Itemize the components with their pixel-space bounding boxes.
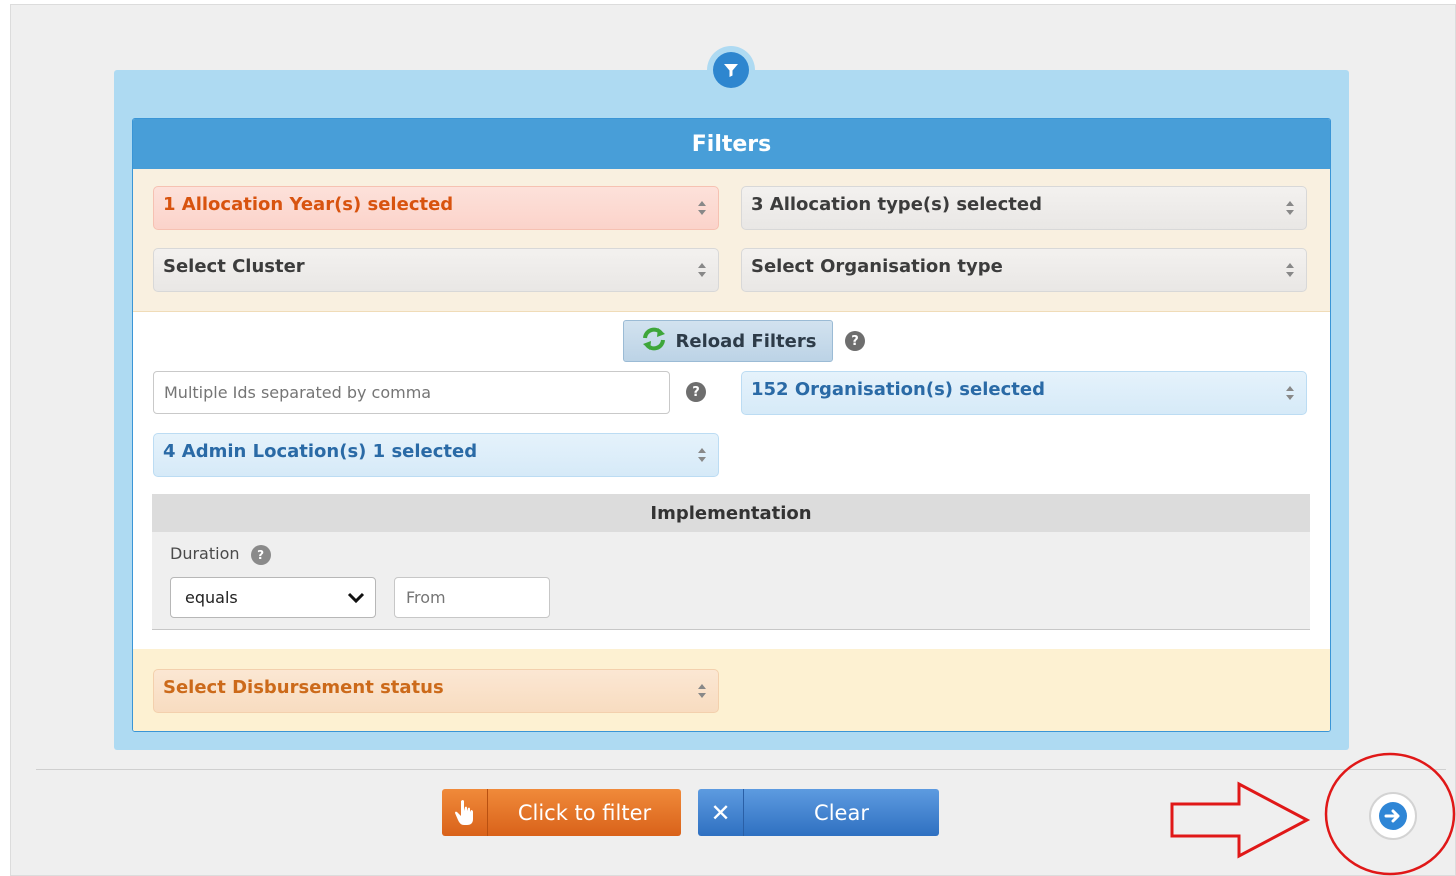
organisations-label: 152 Organisation(s) selected: [751, 378, 1045, 400]
refresh-icon: [640, 326, 668, 357]
reload-filters-label: Reload Filters: [675, 330, 817, 352]
implementation-title: Implementation: [152, 494, 1310, 532]
duration-operator-select[interactable]: equals: [170, 577, 376, 618]
admin-location-select[interactable]: 4 Admin Location(s) 1 selected: [153, 433, 719, 477]
close-icon: ✕: [698, 789, 744, 836]
select-arrows-icon: [698, 201, 706, 215]
filter-badge: [707, 46, 755, 94]
allocation-type-select[interactable]: 3 Allocation type(s) selected: [741, 186, 1307, 230]
chevron-down-icon: [347, 590, 365, 609]
ids-input[interactable]: [153, 371, 670, 414]
arrow-right-circle-icon: [1379, 802, 1407, 830]
next-button[interactable]: [1369, 792, 1417, 840]
select-arrows-icon: [1286, 386, 1294, 400]
select-arrows-icon: [1286, 263, 1294, 277]
organisations-select[interactable]: 152 Organisation(s) selected: [741, 371, 1307, 415]
clear-label: Clear: [814, 800, 869, 825]
select-arrows-icon: [698, 263, 706, 277]
click-to-filter-label: Click to filter: [517, 800, 652, 825]
disbursement-status-select[interactable]: Select Disbursement status: [153, 669, 719, 713]
allocation-year-select[interactable]: 1 Allocation Year(s) selected: [153, 186, 719, 230]
clear-button[interactable]: ✕ Clear: [698, 789, 939, 836]
duration-label-text: Duration: [170, 544, 240, 563]
filter-funnel-icon: [713, 52, 749, 88]
select-arrows-icon: [698, 684, 706, 698]
duration-label: Duration ?: [170, 544, 271, 565]
hand-pointer-icon: [442, 789, 488, 836]
duration-from-input[interactable]: [394, 577, 550, 618]
reload-filters-button[interactable]: Reload Filters: [623, 320, 833, 362]
implementation-section: Implementation Duration ? equals: [152, 494, 1310, 630]
select-arrows-icon: [698, 448, 706, 462]
divider: [36, 769, 1446, 770]
panel-title: Filters: [133, 119, 1330, 169]
cluster-label: Select Cluster: [163, 255, 305, 277]
question-circle-icon[interactable]: ?: [250, 544, 271, 565]
allocation-year-label: 1 Allocation Year(s) selected: [163, 193, 454, 215]
duration-operator-value: equals: [185, 588, 238, 607]
click-to-filter-button[interactable]: Click to filter: [442, 789, 681, 836]
organisation-type-select[interactable]: Select Organisation type: [741, 248, 1307, 292]
question-circle-icon[interactable]: ?: [686, 382, 706, 402]
admin-location-label: 4 Admin Location(s) 1 selected: [163, 440, 478, 462]
disbursement-status-label: Select Disbursement status: [163, 676, 444, 698]
question-circle-icon[interactable]: ?: [845, 331, 865, 351]
cluster-select[interactable]: Select Cluster: [153, 248, 719, 292]
select-arrows-icon: [1286, 201, 1294, 215]
allocation-type-label: 3 Allocation type(s) selected: [751, 193, 1042, 215]
organisation-type-label: Select Organisation type: [751, 255, 1003, 277]
